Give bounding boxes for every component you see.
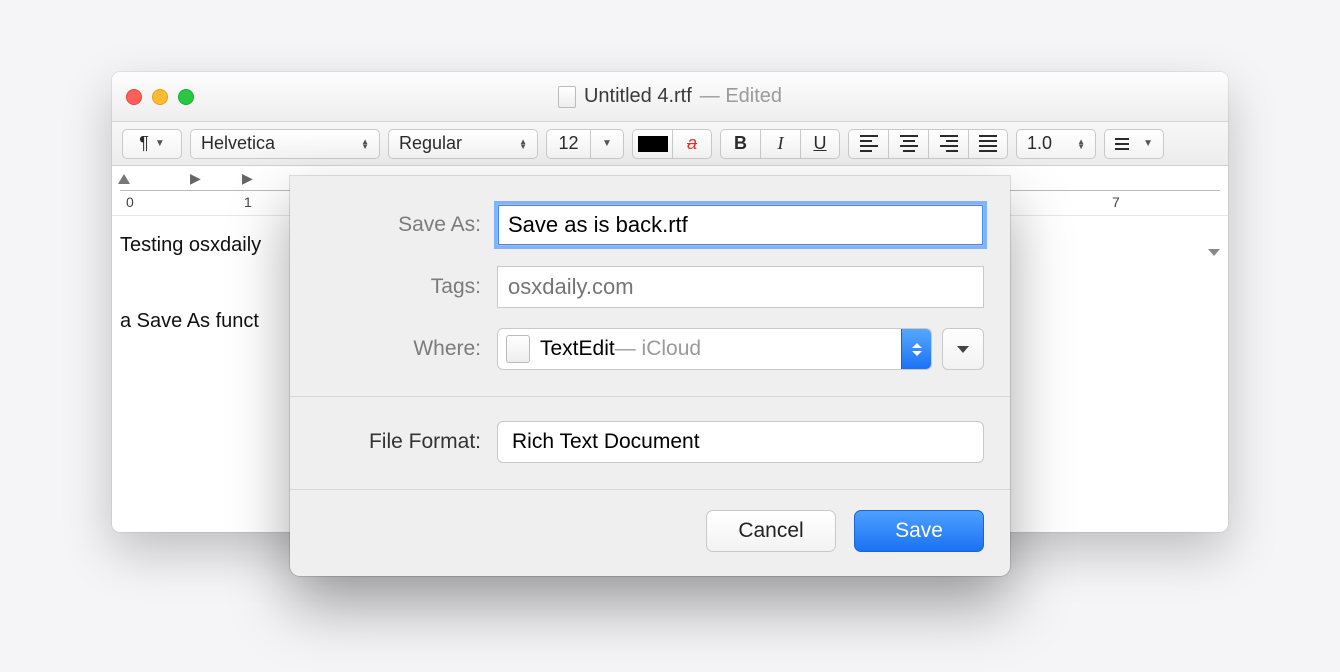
file-format-label: File Format: [316,430,481,454]
ruler-tab-marker[interactable]: ▶ [242,170,253,187]
where-location-popup[interactable]: TextEdit — iCloud [497,328,932,370]
font-style-select[interactable]: Regular ▲▼ [388,129,538,159]
font-size-field[interactable]: 12 [546,129,590,159]
where-label: Where: [316,337,481,361]
minimize-window-button[interactable] [152,89,168,105]
window-edited-status: — Edited [700,85,782,108]
italic-button[interactable]: I [760,129,800,159]
popup-stepper-icon [700,430,730,454]
where-app-name: TextEdit [540,337,615,361]
ruler-collapse-button[interactable] [1204,242,1224,262]
font-style-value: Regular [399,133,462,154]
paragraph-style-popup[interactable]: ¶ ▼ [122,129,182,159]
ruler-indent-marker[interactable] [118,174,130,184]
window-filename: Untitled 4.rtf [584,85,692,108]
ruler-number: 1 [244,194,252,210]
pilcrow-icon: ¶ [139,133,149,154]
font-size-dropdown[interactable]: ▼ [590,129,624,159]
stepper-icon: ▲▼ [519,139,527,149]
text-style-group: B I U [720,129,840,159]
text-color-control: a [632,129,712,159]
tags-input[interactable] [497,266,984,308]
expand-save-dialog-button[interactable] [942,328,984,370]
align-justify-icon [979,135,997,152]
chevron-down-icon: ▼ [155,138,165,149]
textedit-app-icon [506,335,530,363]
tags-label: Tags: [316,275,481,299]
underline-button[interactable]: U [800,129,840,159]
ruler-tab-marker[interactable]: ▶ [190,170,201,187]
window-title: Untitled 4.rtf — Edited [112,85,1228,108]
save-as-sheet: Save As: Tags: Where: TextEdit — iCloud [290,176,1010,576]
font-family-value: Helvetica [201,133,275,154]
cancel-button[interactable]: Cancel [706,510,836,552]
stepper-icon: ▲▼ [361,139,369,149]
alignment-group [848,129,1008,159]
strikethrough-button[interactable]: a [672,129,712,159]
align-justify-button[interactable] [968,129,1008,159]
list-style-select[interactable]: ▼ [1104,129,1164,159]
chevron-down-icon [1208,249,1220,256]
font-family-select[interactable]: Helvetica ▲▼ [190,129,380,159]
color-swatch-black [638,136,668,152]
bold-button[interactable]: B [720,129,760,159]
file-format-value: Rich Text Document [512,430,700,454]
font-size-control: 12 ▼ [546,129,624,159]
line-spacing-value: 1.0 [1027,133,1052,154]
chevron-down-icon [957,346,969,353]
document-icon [558,86,576,108]
popup-stepper-icon [901,329,931,369]
text-color-well[interactable] [632,129,672,159]
save-as-input[interactable] [497,204,984,246]
ruler-number: 7 [1112,194,1120,210]
ruler-number: 0 [126,194,134,210]
line-spacing-select[interactable]: 1.0 ▲▼ [1016,129,1096,159]
list-icon [1115,138,1129,150]
stepper-icon: ▲▼ [1077,139,1085,149]
align-center-icon [900,135,918,152]
save-as-label: Save As: [316,213,481,237]
chevron-down-icon: ▼ [602,138,612,149]
align-right-icon [940,135,958,152]
zoom-window-button[interactable] [178,89,194,105]
strikethrough-icon: a [687,133,697,154]
where-cloud-suffix: — iCloud [615,337,701,361]
align-center-button[interactable] [888,129,928,159]
formatting-toolbar: ¶ ▼ Helvetica ▲▼ Regular ▲▼ 12 ▼ a B I U [112,122,1228,166]
traffic-lights [126,89,194,105]
close-window-button[interactable] [126,89,142,105]
align-left-icon [860,135,878,152]
file-format-popup[interactable]: Rich Text Document [497,421,984,463]
titlebar: Untitled 4.rtf — Edited [112,72,1228,122]
save-button[interactable]: Save [854,510,984,552]
align-left-button[interactable] [848,129,888,159]
align-right-button[interactable] [928,129,968,159]
chevron-down-icon: ▼ [1143,138,1153,149]
